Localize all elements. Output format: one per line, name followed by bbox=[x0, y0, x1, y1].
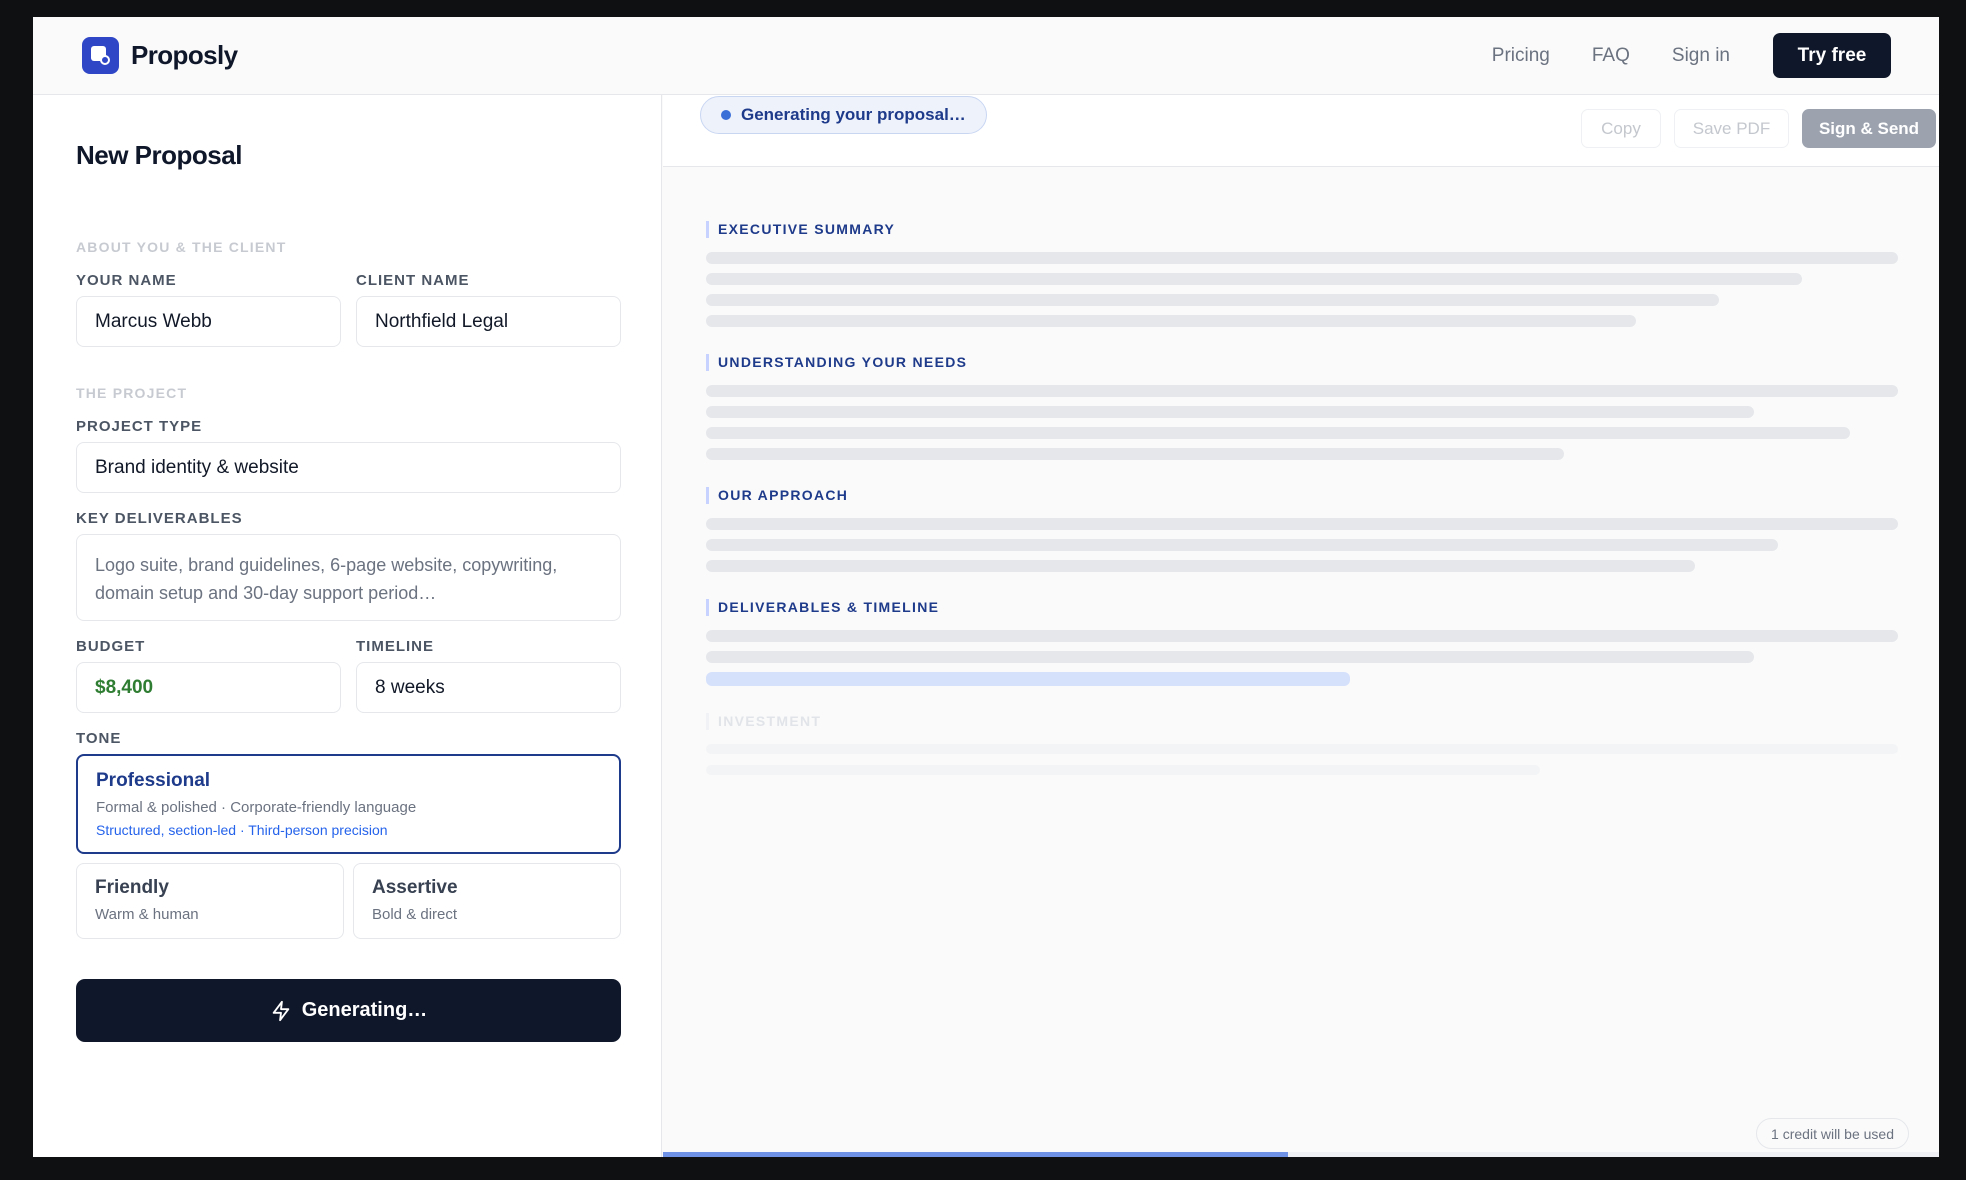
try-free-button[interactable]: Try free bbox=[1773, 33, 1891, 78]
credit-usage-badge: 1 credit will be used bbox=[1756, 1118, 1909, 1149]
skeleton-line bbox=[706, 560, 1695, 572]
nav-faq-link[interactable]: FAQ bbox=[1592, 45, 1630, 67]
generate-button[interactable]: Generating… bbox=[76, 979, 621, 1042]
skeleton-line bbox=[706, 427, 1850, 439]
page-title: New Proposal bbox=[76, 140, 242, 170]
section-heading: INVESTMENT bbox=[706, 713, 1898, 730]
skeleton-line bbox=[706, 651, 1754, 663]
budget-input[interactable]: $8,400 bbox=[76, 662, 341, 713]
proposal-preview-panel: Generating your proposal… Copy Save PDF … bbox=[663, 95, 1939, 1157]
tone-description: Formal & polished · Corporate-friendly l… bbox=[96, 799, 417, 816]
proposal-section-understanding-needs: UNDERSTANDING YOUR NEEDS bbox=[706, 354, 1898, 460]
tone-label: TONE bbox=[76, 730, 122, 747]
project-type-input[interactable]: Brand identity & website bbox=[76, 442, 621, 493]
generate-button-label: Generating… bbox=[301, 999, 428, 1021]
section-heading: EXECUTIVE SUMMARY bbox=[706, 221, 1898, 238]
proposal-section-our-approach: OUR APPROACH bbox=[706, 487, 1898, 572]
brand-logo[interactable]: Proposly bbox=[82, 37, 238, 74]
skeleton-line bbox=[706, 539, 1778, 551]
tone-description: Warm & human bbox=[95, 906, 199, 923]
tone-option-professional[interactable]: Professional Formal & polished · Corpora… bbox=[76, 754, 621, 854]
proposal-section-deliverables-timeline: DELIVERABLES & TIMELINE bbox=[706, 599, 1898, 686]
sign-send-button[interactable]: Sign & Send bbox=[1802, 109, 1936, 148]
nav-links: Pricing FAQ Sign in Try free bbox=[1492, 33, 1891, 78]
skeleton-line bbox=[706, 630, 1898, 642]
skeleton-line bbox=[706, 448, 1564, 460]
skeleton-line-active bbox=[706, 672, 1350, 686]
deliverables-label: KEY DELIVERABLES bbox=[76, 510, 243, 527]
skeleton-line bbox=[706, 744, 1898, 754]
skeleton-line bbox=[706, 294, 1719, 306]
skeleton-line bbox=[706, 765, 1540, 775]
budget-label: BUDGET bbox=[76, 638, 146, 655]
skeleton-line bbox=[706, 385, 1898, 397]
tone-option-assertive[interactable]: Assertive Bold & direct bbox=[353, 863, 621, 939]
deliverables-textarea[interactable]: Logo suite, brand guidelines, 6-page web… bbox=[76, 534, 621, 621]
timeline-label: TIMELINE bbox=[356, 638, 434, 655]
section-label-about: ABOUT YOU & THE CLIENT bbox=[76, 239, 287, 255]
tone-description: Bold & direct bbox=[372, 906, 458, 923]
tone-name: Assertive bbox=[372, 877, 458, 898]
your-name-input[interactable]: Marcus Webb bbox=[76, 296, 341, 347]
section-heading: UNDERSTANDING YOUR NEEDS bbox=[706, 354, 1898, 371]
section-label-project: THE PROJECT bbox=[76, 385, 188, 401]
project-type-label: PROJECT TYPE bbox=[76, 418, 203, 435]
skeleton-line bbox=[706, 315, 1636, 327]
client-name-input[interactable]: Northfield Legal bbox=[356, 296, 621, 347]
nav-pricing-link[interactable]: Pricing bbox=[1492, 45, 1550, 67]
save-pdf-button[interactable]: Save PDF bbox=[1674, 109, 1789, 148]
generation-progress-bar bbox=[663, 1152, 1939, 1157]
tone-name: Friendly bbox=[95, 877, 169, 898]
status-dot-icon bbox=[721, 110, 731, 120]
skeleton-line bbox=[706, 518, 1898, 530]
generation-progress-fill bbox=[663, 1152, 1289, 1157]
proposal-form-panel: New Proposal ABOUT YOU & THE CLIENT YOUR… bbox=[33, 95, 662, 1157]
section-heading: DELIVERABLES & TIMELINE bbox=[706, 599, 1898, 616]
preview-toolbar: Generating your proposal… Copy Save PDF … bbox=[663, 95, 1939, 167]
app-window: Proposly Pricing FAQ Sign in Try free Ne… bbox=[33, 17, 1939, 1157]
skeleton-line bbox=[706, 273, 1802, 285]
skeleton-line bbox=[706, 406, 1754, 418]
section-heading: OUR APPROACH bbox=[706, 487, 1898, 504]
proposal-section-executive-summary: EXECUTIVE SUMMARY bbox=[706, 221, 1898, 327]
nav-sign-in-link[interactable]: Sign in bbox=[1672, 45, 1730, 67]
client-name-label: CLIENT NAME bbox=[356, 272, 470, 289]
your-name-label: YOUR NAME bbox=[76, 272, 177, 289]
copy-button[interactable]: Copy bbox=[1581, 109, 1661, 148]
tone-name: Professional bbox=[96, 770, 211, 791]
proposly-logo-icon bbox=[82, 37, 119, 74]
proposal-section-investment: INVESTMENT bbox=[706, 713, 1898, 775]
timeline-input[interactable]: 8 weeks bbox=[356, 662, 621, 713]
top-navigation-bar: Proposly Pricing FAQ Sign in Try free bbox=[33, 17, 1939, 95]
tone-option-friendly[interactable]: Friendly Warm & human bbox=[76, 863, 344, 939]
skeleton-line bbox=[706, 252, 1898, 264]
tone-detail: Structured, section-led · Third-person p… bbox=[96, 822, 388, 838]
lightning-bolt-icon bbox=[270, 1000, 292, 1022]
generation-status-text: Generating your proposal… bbox=[741, 105, 966, 124]
brand-name: Proposly bbox=[131, 40, 238, 70]
generation-status-badge: Generating your proposal… bbox=[700, 96, 987, 134]
